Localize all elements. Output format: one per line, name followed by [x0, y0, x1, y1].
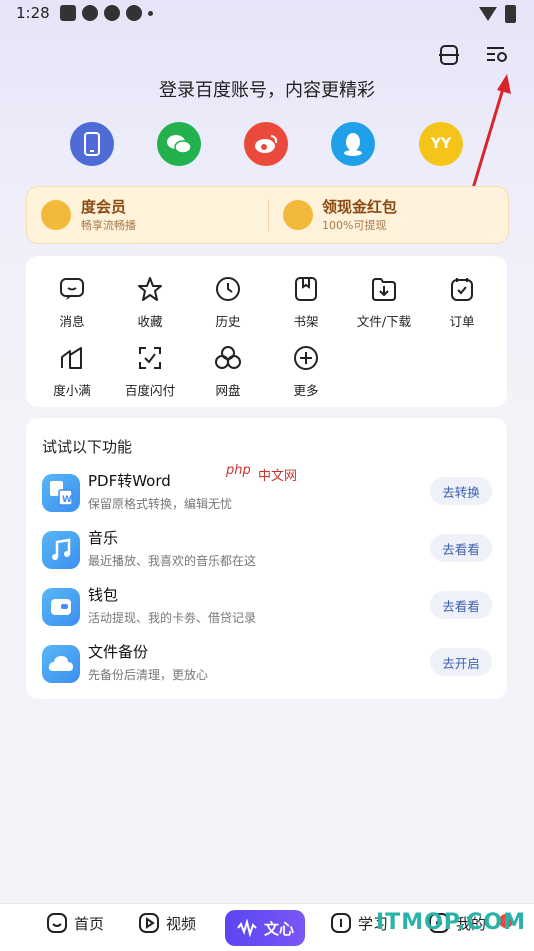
grid-item-favorites[interactable]: 收藏 — [115, 276, 185, 330]
clock-icon — [216, 277, 240, 301]
feature-desc: 先备份后清理，更放心 — [88, 668, 209, 682]
grid-item-history[interactable]: 历史 — [193, 276, 263, 330]
order-icon — [451, 278, 473, 301]
feature-row-backup[interactable]: 文件备份 先备份后清理，更放心 去开启 — [42, 639, 502, 689]
convert-button[interactable]: 去转换 — [430, 477, 492, 505]
grid-item-duxiaoman[interactable]: 度小满 — [37, 345, 107, 399]
qq-icon — [344, 133, 362, 156]
app-notify-icon — [104, 5, 120, 21]
vip-subtitle: 畅享流畅播 — [81, 219, 136, 232]
red-packet-icon — [283, 200, 313, 230]
yy-login-button[interactable]: YY — [419, 122, 463, 166]
notification-icons — [60, 5, 153, 21]
feature-row-music[interactable]: 音乐 最近播放、我喜欢的音乐都在这 去看看 — [42, 525, 502, 575]
watermark-itmop: ITMOP.COM — [376, 910, 526, 935]
wechat-icon — [167, 135, 192, 154]
enable-backup-button[interactable]: 去开启 — [430, 648, 492, 676]
svg-text:W: W — [62, 495, 72, 505]
feature-name: 音乐 — [88, 529, 119, 547]
grid-item-bookshelf[interactable]: 书架 — [271, 276, 341, 330]
status-time: 1:28 — [16, 4, 50, 22]
feature-name: PDF转Word — [88, 472, 171, 490]
grid-item-message[interactable]: 消息 — [37, 276, 107, 330]
home-icon — [47, 913, 67, 933]
scan-pay-icon — [139, 347, 161, 369]
phone-icon — [84, 132, 100, 156]
cash-title: 领现金红包 — [322, 198, 398, 216]
weibo-login-button[interactable] — [244, 122, 288, 166]
grid-item-more[interactable]: 更多 — [271, 345, 341, 399]
baidu-notify-icon — [60, 5, 76, 21]
settings-icon[interactable] — [482, 40, 512, 70]
function-grid: 消息 收藏 历史 书架 文件/下载 订单 度小满 百度闪付 网盘 更多 — [26, 256, 507, 407]
music-icon — [42, 531, 80, 569]
wallet-icon — [42, 588, 80, 626]
grid-item-netdisk[interactable]: 网盘 — [193, 345, 263, 399]
wechat-login-button[interactable] — [157, 122, 201, 166]
study-icon — [331, 913, 351, 933]
folder-download-icon — [372, 278, 396, 301]
vip-card: 度会员 畅享流畅播 领现金红包 100%可提现 — [26, 186, 509, 244]
cloud-backup-icon — [42, 645, 80, 683]
feature-desc: 最近播放、我喜欢的音乐都在这 — [88, 554, 257, 568]
star-icon — [138, 277, 162, 301]
yy-icon: YY — [430, 136, 452, 152]
section-title: 试试以下功能 — [42, 438, 133, 456]
view-music-button[interactable]: 去看看 — [430, 534, 492, 562]
feature-row-wallet[interactable]: 钱包 活动提现、我的卡劵、借贷记录 去看看 — [42, 582, 502, 632]
cash-subtitle: 100%可提现 — [322, 219, 387, 232]
duxiaoman-icon — [61, 347, 82, 369]
cash-red-packet-entry[interactable]: 领现金红包 100%可提现 — [322, 196, 397, 233]
feature-desc: 活动提现、我的卡劵、借贷记录 — [88, 611, 257, 625]
login-prompt[interactable]: 登录百度账号，内容更精彩 — [0, 76, 534, 102]
tab-video[interactable]: 视频 — [138, 912, 196, 934]
feature-name: 文件备份 — [88, 643, 149, 661]
crown-icon — [41, 200, 71, 230]
system-status — [479, 5, 516, 23]
wenxin-icon — [237, 919, 257, 937]
grid-item-orders[interactable]: 订单 — [427, 276, 497, 330]
video-icon — [139, 913, 159, 933]
phone-login-button[interactable] — [70, 122, 114, 166]
vip-title: 度会员 — [81, 198, 127, 216]
try-features-card: 试试以下功能 W PDF转Word 保留原格式转换，编辑无忧 去转换 音乐 最近… — [26, 418, 507, 699]
message-icon — [60, 278, 84, 300]
battery-icon — [505, 5, 516, 23]
divider — [268, 199, 269, 231]
qq-login-button[interactable] — [331, 122, 375, 166]
watermark-chinese: 中文网 — [258, 469, 298, 484]
weibo-icon — [255, 135, 278, 153]
tab-wenxin[interactable]: 文心 — [225, 910, 305, 946]
bookmark-icon — [295, 277, 317, 301]
watermark-php: php — [226, 463, 251, 478]
vip-member-entry[interactable]: 度会员 畅享流畅播 — [81, 196, 136, 233]
feature-name: 钱包 — [88, 586, 119, 604]
cloud-disk-icon — [215, 346, 241, 369]
grid-item-baidu-pay[interactable]: 百度闪付 — [115, 345, 185, 399]
grid-item-files-download[interactable]: 文件/下载 — [349, 276, 419, 330]
view-wallet-button[interactable]: 去看看 — [430, 591, 492, 619]
pdf-word-icon: W — [42, 474, 80, 512]
scan-icon[interactable] — [434, 40, 464, 70]
app-notify-icon — [126, 5, 142, 21]
feature-desc: 保留原格式转换，编辑无忧 — [88, 497, 233, 511]
tab-home[interactable]: 首页 — [46, 912, 104, 934]
more-notify-dot — [148, 11, 153, 16]
plus-circle-icon — [294, 346, 318, 370]
app-notify-icon — [82, 5, 98, 21]
wifi-icon — [479, 7, 497, 21]
